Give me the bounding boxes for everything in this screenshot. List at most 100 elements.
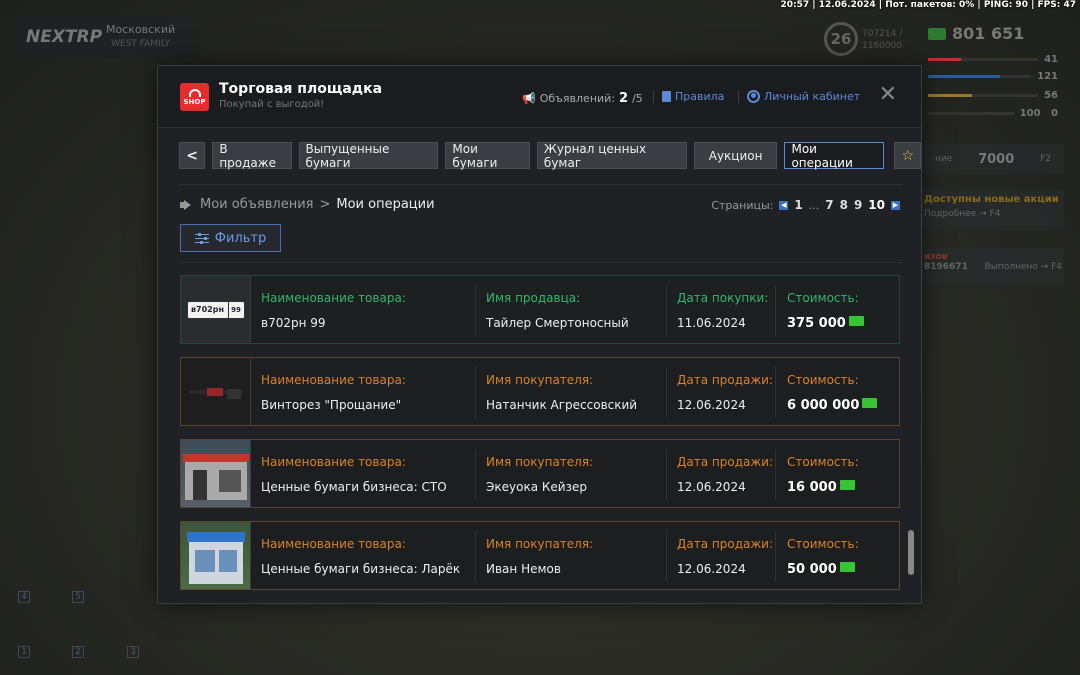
tab-my-securities[interactable]: Мои бумаги xyxy=(445,142,530,170)
price-value: 6 000 000 xyxy=(787,398,860,413)
page-7[interactable]: 7 xyxy=(825,198,833,212)
modal-title: Торговая площадка xyxy=(219,81,383,97)
tab-auction[interactable]: Аукцион xyxy=(693,142,778,169)
game-logo: NEXTRP xyxy=(26,27,103,47)
side-money: 7000 xyxy=(978,151,1015,167)
server-logo-box: NEXTRP Московский WEST FAMILY xyxy=(14,16,200,58)
exp-total: 1160000 xyxy=(862,41,903,51)
money-icon xyxy=(839,479,855,490)
date-cell: Дата покупки: 11.06.2024 xyxy=(666,285,768,336)
party-cell: Имя продавца: Тайлер Смертоносный xyxy=(475,285,629,336)
tab-my-operations[interactable]: Мои операции xyxy=(784,142,885,170)
item-thumbnail xyxy=(181,522,251,589)
item-thumbnail xyxy=(181,358,251,425)
tab-issued-securities[interactable]: Выпущенные бумаги xyxy=(298,142,439,170)
service-station-image xyxy=(181,440,250,507)
stat-hunger: 56 xyxy=(928,90,1058,101)
operation-row[interactable]: Наименование товара: Ценные бумаги бизне… xyxy=(180,439,900,508)
money-icon xyxy=(839,561,855,572)
item-name-cell: Наименование товара: Ценные бумаги бизне… xyxy=(261,455,447,494)
rules-link[interactable]: Правила xyxy=(653,90,724,103)
modal-subtitle: Покупай с выгодой! xyxy=(219,99,325,110)
operation-row[interactable]: в702рн 99 Наименование товара: в702рн 99… xyxy=(180,275,900,344)
divider xyxy=(179,184,902,185)
exp-current: 707214 / xyxy=(862,29,903,39)
price-value: 375 000 xyxy=(787,316,846,331)
level-badge: 26 xyxy=(824,22,858,56)
stat-extra: 100 0 xyxy=(928,108,1058,119)
price-cell: Стоимость: 50 000 xyxy=(775,531,859,582)
stat-armor: 41 xyxy=(928,54,1058,65)
promo-title: Доступны новые акции xyxy=(924,194,1059,205)
task-panel: изов 8196671 Выполнено → F4 xyxy=(922,248,1064,284)
server-sub: WEST FAMILY xyxy=(111,39,171,49)
prev-page-button[interactable]: ◀ xyxy=(779,200,789,210)
filter-button[interactable]: Фильтр xyxy=(180,224,281,252)
breadcrumb-parent[interactable]: Мои объявления xyxy=(200,197,313,212)
ads-limit: /5 xyxy=(632,92,643,105)
sliders-icon xyxy=(194,232,209,244)
ads-counter: 📢 Объявлений: 2 /5 xyxy=(522,91,643,106)
page-8[interactable]: 8 xyxy=(840,198,848,212)
operation-row[interactable]: Наименование товара: Ценные бумаги бизне… xyxy=(180,521,900,590)
item-name-cell: Наименование товара: Ценные бумаги бизне… xyxy=(261,537,461,576)
hotbar-slot: 1 xyxy=(18,646,30,658)
item-thumbnail xyxy=(181,440,251,507)
page-ellipsis: ... xyxy=(808,198,820,212)
breadcrumb: Мои объявления > Мои операции xyxy=(180,197,435,212)
user-icon xyxy=(747,90,760,103)
party-cell: Имя покупателя: Натанчик Агрессовский xyxy=(475,367,637,418)
hud-money: 801 651 xyxy=(928,24,1024,43)
price-cell: Стоимость: 6 000 000 xyxy=(775,367,878,418)
status-bar: 20:57 | 12.06.2024 | Пот. пакетов: 0% | … xyxy=(780,0,1077,10)
breadcrumb-separator: > xyxy=(319,197,331,212)
server-info: Московский WEST FAMILY xyxy=(106,23,175,51)
marketplace-modal: SHOP Торговая площадка Покупай с выгодой… xyxy=(157,65,922,604)
promo-more: Подробнее → xyxy=(924,209,987,219)
next-page-button[interactable]: ▶ xyxy=(891,200,900,210)
side-money-panel: ние 7000 F2 xyxy=(922,144,1064,174)
item-thumbnail: в702рн 99 xyxy=(181,276,251,343)
shop-icon: SHOP xyxy=(180,83,209,111)
pagination-label: Страницы: xyxy=(711,198,774,212)
party-cell: Имя покупателя: Экеуока Кейзер xyxy=(475,449,593,500)
megaphone-icon: 📢 xyxy=(522,92,536,105)
pagination: Страницы: ◀ 1 ... 7 8 9 10 ▶ xyxy=(711,198,900,212)
back-button[interactable]: < xyxy=(179,142,206,169)
tab-bar: < В продаже Выпущенные бумаги Мои бумаги… xyxy=(179,142,921,170)
favorites-star-button[interactable]: ☆ xyxy=(894,142,921,169)
close-button[interactable]: ✕ xyxy=(879,82,897,107)
cash-icon xyxy=(928,27,946,40)
hotbar-slot: 3 xyxy=(127,646,139,658)
money-icon xyxy=(848,315,864,326)
page-9[interactable]: 9 xyxy=(854,198,862,212)
page-10[interactable]: 10 xyxy=(868,198,885,212)
operation-row[interactable]: Наименование товара: Винторез "Прощание"… xyxy=(180,357,900,426)
scrollbar[interactable] xyxy=(908,530,914,575)
tab-securities-journal[interactable]: Журнал ценных бумаг xyxy=(536,142,687,170)
tab-for-sale[interactable]: В продаже xyxy=(212,142,292,170)
hotbar-slot: 4 xyxy=(18,591,30,603)
rifle-image xyxy=(188,385,243,399)
date-cell: Дата продажи: 12.06.2024 xyxy=(666,449,773,500)
ads-count: 2 xyxy=(619,91,629,106)
breadcrumb-current: Мои операции xyxy=(336,197,435,212)
page-1[interactable]: 1 xyxy=(794,198,802,212)
promo-panel: Доступны новые акции Подробнее → F4 xyxy=(922,190,1064,230)
money-value: 801 651 xyxy=(952,24,1025,43)
license-plate-image: в702рн 99 xyxy=(186,300,245,319)
operations-list: в702рн 99 Наименование товара: в702рн 99… xyxy=(180,275,900,603)
hotbar-slot: 2 xyxy=(72,646,84,658)
price-value: 50 000 xyxy=(787,562,837,577)
modal-header: SHOP Торговая площадка Покупай с выгодой… xyxy=(158,66,921,128)
date-cell: Дата продажи: 12.06.2024 xyxy=(666,367,773,418)
party-cell: Имя покупателя: Иван Немов xyxy=(475,531,593,582)
item-name-cell: Наименование товара: в702рн 99 xyxy=(261,291,406,330)
divider xyxy=(179,262,902,263)
money-icon xyxy=(862,397,878,408)
item-name-cell: Наименование товара: Винторез "Прощание" xyxy=(261,373,406,412)
date-cell: Дата продажи: 12.06.2024 xyxy=(666,531,773,582)
megaphone-icon xyxy=(180,199,194,210)
account-link[interactable]: Личный кабинет xyxy=(738,90,860,103)
experience: 707214 / 1160000 xyxy=(862,28,902,52)
